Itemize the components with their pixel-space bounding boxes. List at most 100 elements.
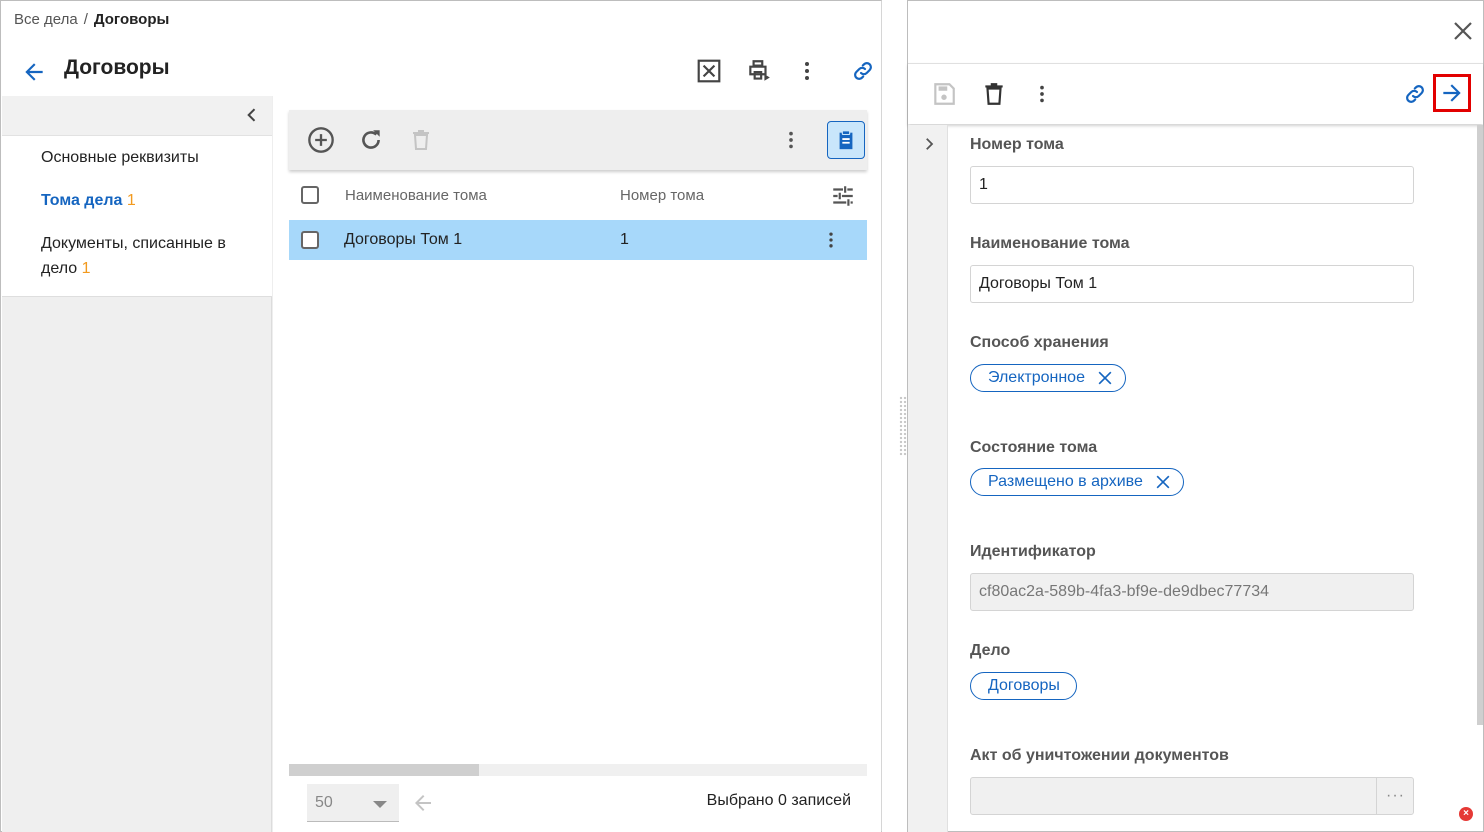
detail-copy-link-button[interactable] bbox=[1399, 78, 1431, 110]
copy-link-button[interactable] bbox=[847, 55, 879, 87]
cell-volume-name: Договоры Том 1 bbox=[344, 231, 463, 248]
chevron-right-icon[interactable] bbox=[920, 135, 938, 153]
nav-item-count: 1 bbox=[126, 192, 136, 209]
nav-item-label: Основные реквизиты bbox=[41, 149, 199, 166]
details-panel-button[interactable] bbox=[827, 121, 865, 159]
detail-toolbar bbox=[908, 63, 1483, 124]
nav-item-count: 1 bbox=[81, 260, 91, 277]
refresh-button[interactable] bbox=[355, 124, 387, 156]
chip-label: Договоры bbox=[988, 677, 1060, 694]
breadcrumb-separator: / bbox=[83, 11, 88, 28]
grid-toolbar bbox=[289, 110, 867, 170]
column-header-number[interactable]: Номер тома bbox=[620, 187, 704, 204]
close-button[interactable] bbox=[1449, 17, 1477, 45]
arrow-left-icon bbox=[415, 795, 431, 811]
chip-label: Электронное bbox=[988, 369, 1085, 386]
close-icon[interactable] bbox=[1153, 472, 1173, 492]
scrollbar-thumb[interactable] bbox=[289, 764, 479, 776]
volume-state-chip[interactable]: Размещено в архиве bbox=[970, 468, 1184, 496]
title-row: Договоры bbox=[1, 49, 881, 95]
delete-icon bbox=[413, 130, 429, 150]
tune-icon bbox=[833, 186, 853, 206]
storage-method-chip[interactable]: Электронное bbox=[970, 364, 1126, 392]
print-button[interactable] bbox=[743, 55, 775, 87]
table-row[interactable]: Договоры Том 1 1 bbox=[289, 220, 867, 260]
more-vert-icon bbox=[805, 62, 809, 80]
nav-item-label: Тома дела bbox=[41, 192, 123, 209]
grid-header: Наименование тома Номер тома bbox=[289, 174, 867, 218]
close-icon bbox=[1454, 22, 1472, 40]
more-vert-icon bbox=[789, 131, 793, 149]
section-nav: Основные реквизиты Тома дела 1 Документы… bbox=[2, 96, 272, 832]
more-vert-icon bbox=[1040, 85, 1044, 103]
delete-button[interactable] bbox=[405, 124, 437, 156]
page-size-select[interactable]: 50 bbox=[307, 784, 399, 822]
nav-list: Основные реквизиты Тома дела 1 Документы… bbox=[2, 136, 272, 297]
link-icon bbox=[1406, 85, 1424, 103]
add-button[interactable] bbox=[305, 124, 337, 156]
chevron-left-icon[interactable] bbox=[242, 105, 262, 125]
case-window: Все дела / Договоры Договоры Основные рекв… bbox=[0, 0, 882, 832]
column-header-name[interactable]: Наименование тома bbox=[345, 187, 487, 204]
horizontal-scrollbar[interactable] bbox=[289, 764, 867, 776]
breadcrumb-current: Договоры bbox=[93, 11, 170, 28]
grid-footer: 50 Выбрано 0 записей bbox=[289, 778, 867, 828]
detail-more-button[interactable] bbox=[1026, 78, 1058, 110]
more-button[interactable] bbox=[791, 55, 823, 87]
open-in-full-button[interactable] bbox=[1433, 74, 1471, 112]
volume-number-field[interactable]: 1 bbox=[970, 166, 1414, 204]
excel-export-button[interactable] bbox=[693, 55, 725, 87]
field-label-destruction-act: Акт об уничтожении документов bbox=[970, 747, 1229, 764]
chip-label: Размещено в архиве bbox=[988, 473, 1143, 490]
case-chip[interactable]: Договоры bbox=[970, 672, 1077, 700]
dropdown-arrow-icon bbox=[373, 801, 387, 808]
volume-name-field[interactable]: Договоры Том 1 bbox=[970, 265, 1414, 303]
refresh-icon bbox=[362, 130, 380, 149]
destruction-act-lookup-button[interactable]: ··· bbox=[1376, 777, 1414, 815]
nav-item-filed-documents[interactable]: Документы, списанные в дело 1 bbox=[2, 222, 272, 290]
field-label-volume-state: Состояние тома bbox=[970, 439, 1098, 456]
volume-detail-panel: Номер тома 1 Наименование тома Договоры … bbox=[907, 0, 1484, 832]
print-icon bbox=[749, 60, 770, 81]
volumes-grid: Наименование тома Номер тома Договоры То… bbox=[273, 96, 881, 832]
save-button[interactable] bbox=[928, 78, 960, 110]
breadcrumb-root[interactable]: Все дела bbox=[14, 11, 78, 28]
add-icon bbox=[308, 127, 334, 153]
page-title: Договоры bbox=[64, 56, 170, 79]
delete-volume-button[interactable] bbox=[978, 78, 1010, 110]
arrow-right-icon bbox=[1443, 84, 1461, 102]
more-vert-icon bbox=[829, 232, 833, 248]
selected-count: Выбрано 0 записей bbox=[706, 792, 851, 809]
field-label-storage-method: Способ хранения bbox=[970, 334, 1109, 351]
row-more-button[interactable] bbox=[815, 224, 847, 256]
grid-more-button[interactable] bbox=[775, 124, 807, 156]
field-label-case: Дело bbox=[970, 642, 1011, 659]
vertical-scrollbar[interactable] bbox=[1477, 125, 1483, 725]
breadcrumb: Все дела / Договоры bbox=[14, 11, 169, 28]
select-all-checkbox[interactable] bbox=[301, 186, 319, 204]
arrow-left-icon bbox=[25, 63, 43, 81]
error-badge-icon[interactable]: × bbox=[1459, 807, 1473, 821]
close-icon[interactable] bbox=[1095, 368, 1115, 388]
destruction-act-field[interactable] bbox=[970, 777, 1414, 815]
field-label-identifier: Идентификатор bbox=[970, 543, 1096, 560]
nav-item-case-volumes[interactable]: Тома дела 1 bbox=[2, 179, 272, 222]
detail-side-strip bbox=[908, 125, 948, 832]
nav-item-main-details[interactable]: Основные реквизиты bbox=[2, 136, 272, 179]
identifier-field: cf80ac2a-589b-4fa3-bf9e-de9dbec77734 bbox=[970, 573, 1414, 611]
column-settings-button[interactable] bbox=[827, 180, 859, 212]
page-size-value: 50 bbox=[315, 794, 333, 811]
nav-collapse-bar[interactable] bbox=[2, 96, 272, 136]
excel-export-icon bbox=[697, 59, 721, 83]
back-button[interactable] bbox=[19, 57, 49, 87]
prev-page-button[interactable] bbox=[407, 787, 439, 819]
clipboard-icon bbox=[839, 130, 853, 150]
nav-item-label: Документы, списанные в дело bbox=[41, 235, 226, 277]
field-label-volume-number: Номер тома bbox=[970, 136, 1064, 153]
row-checkbox[interactable] bbox=[301, 231, 319, 249]
save-icon bbox=[934, 83, 955, 105]
field-label-volume-name: Наименование тома bbox=[970, 235, 1130, 252]
cell-volume-number: 1 bbox=[620, 231, 629, 248]
panel-resize-handle[interactable] bbox=[899, 396, 907, 456]
case-body: Основные реквизиты Тома дела 1 Документы… bbox=[2, 96, 881, 832]
